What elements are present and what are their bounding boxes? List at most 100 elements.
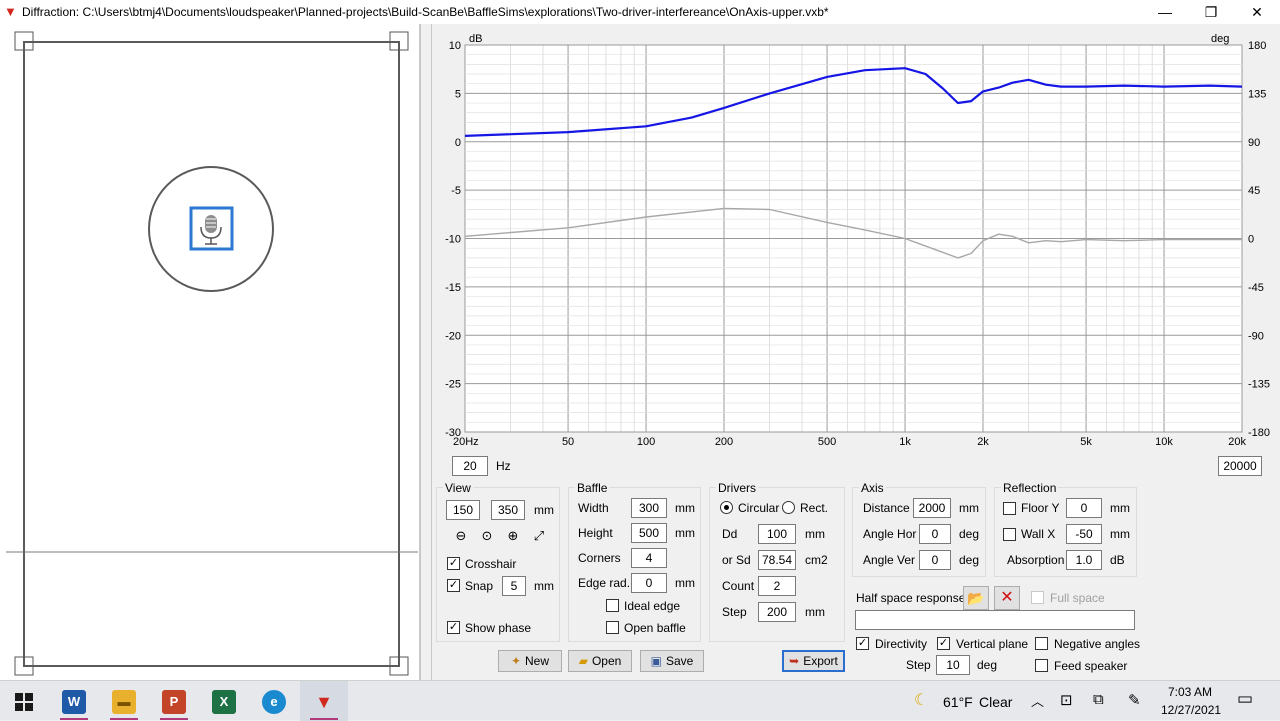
reflection-group-title: Reflection	[1001, 481, 1059, 495]
circular-label: Circular	[738, 501, 780, 515]
step-unit: mm	[805, 605, 825, 619]
distance-label: Distance	[863, 501, 910, 515]
phase-tick-label: 135	[1248, 88, 1266, 100]
close-button[interactable]: ✕	[1234, 0, 1280, 24]
wall-unit: mm	[1110, 527, 1130, 541]
distance-input[interactable]: 2000	[913, 498, 951, 518]
baffle-edge-input[interactable]: 0	[631, 573, 667, 593]
weather-text[interactable]: Clear	[979, 694, 1012, 710]
clock-time[interactable]: 7:03 AM	[1168, 685, 1212, 699]
circular-radio[interactable]	[720, 501, 733, 514]
vertical-plane-label: Vertical plane	[956, 637, 1029, 651]
maximize-button[interactable]: ❐	[1188, 0, 1234, 24]
delete-icon[interactable]: ✕	[994, 586, 1020, 610]
half-space-file-input[interactable]	[855, 610, 1135, 630]
baffle-corners-input[interactable]: 4	[631, 548, 667, 568]
step-label: Step	[722, 605, 747, 619]
baffle-height-input[interactable]: 500	[631, 523, 667, 543]
hs-step-input[interactable]: 10	[936, 655, 970, 675]
wall-label: Wall X	[1021, 527, 1056, 541]
phase-tick-label: -135	[1248, 379, 1270, 391]
zoom-out-icon[interactable]: ⊖	[451, 526, 471, 546]
snap-unit-label: mm	[534, 579, 554, 593]
open-baffle-checkbox[interactable]	[606, 621, 619, 634]
left-unit-label: dB	[469, 33, 482, 45]
directivity-label: Directivity	[875, 637, 928, 651]
pen-icon[interactable]: ✎	[1128, 691, 1141, 709]
angle-hor-input[interactable]: 0	[919, 524, 951, 544]
open-button-label: Open	[591, 654, 622, 668]
taskbar-excel[interactable]: X	[200, 681, 248, 721]
fullscreen-icon[interactable]: ⤢	[529, 526, 549, 546]
minimize-button[interactable]: —	[1142, 0, 1188, 24]
edge-icon: e	[262, 689, 286, 714]
taskbar-explorer[interactable]: ▬	[100, 681, 148, 721]
phase-tick-label: 45	[1248, 185, 1260, 197]
zoom-in-icon[interactable]: ⊕	[503, 526, 523, 546]
baffle-canvas[interactable]	[0, 24, 420, 680]
taskbar-diffraction[interactable]: ▼	[300, 681, 348, 721]
taskbar-word[interactable]: W	[50, 681, 98, 721]
wall-checkbox[interactable]	[1003, 528, 1016, 541]
show-phase-checkbox[interactable]: ✓	[447, 621, 460, 634]
export-button[interactable]: ➥ Export	[782, 650, 845, 672]
negative-angles-checkbox[interactable]	[1035, 637, 1048, 650]
absorption-input[interactable]: 1.0	[1066, 550, 1102, 570]
pane-splitter[interactable]	[420, 24, 432, 680]
full-space-checkbox[interactable]	[1031, 591, 1044, 604]
weather-temp[interactable]: 61°F	[943, 694, 973, 710]
clock-date[interactable]: 12/27/2021	[1161, 703, 1221, 717]
rect-radio[interactable]	[782, 501, 795, 514]
notification-icon[interactable]: ▭	[1237, 689, 1253, 709]
sd-input[interactable]: 78.54	[758, 550, 796, 570]
angle-ver-input[interactable]: 0	[919, 550, 951, 570]
excel-icon: X	[212, 689, 236, 714]
zoom-fit-icon[interactable]: ⊙	[477, 526, 497, 546]
x-tick-label: 500	[818, 436, 836, 448]
y-tick-label: 5	[455, 88, 461, 100]
floor-input[interactable]: 0	[1066, 498, 1102, 518]
vertical-plane-checkbox[interactable]: ✓	[937, 637, 950, 650]
x-tick-label: 50	[562, 436, 574, 448]
taskbar-powerpoint[interactable]: P	[150, 681, 198, 721]
y-tick-label: -25	[445, 379, 461, 391]
baffle-width-input[interactable]: 300	[631, 498, 667, 518]
baffle-view[interactable]	[0, 24, 420, 680]
ideal-edge-checkbox[interactable]	[606, 599, 619, 612]
folder-icon: ▰	[578, 654, 588, 668]
hs-step-label: Step	[906, 658, 931, 672]
feed-speaker-checkbox[interactable]	[1035, 659, 1048, 672]
start-button[interactable]	[0, 681, 48, 721]
dd-label: Dd	[722, 527, 738, 541]
floor-checkbox[interactable]	[1003, 502, 1016, 515]
y-tick-label: -15	[445, 282, 461, 294]
wand-icon: ✦	[510, 654, 522, 668]
negative-angles-label: Negative angles	[1054, 637, 1141, 651]
snap-checkbox[interactable]: ✓	[447, 579, 460, 592]
x-tick-label: 200	[715, 436, 733, 448]
network-icon[interactable]: ⊡	[1060, 691, 1073, 709]
dd-input[interactable]: 100	[758, 524, 796, 544]
step-input[interactable]: 200	[758, 602, 796, 622]
snap-input[interactable]: 5	[502, 576, 526, 596]
view-height-input[interactable]: 350	[491, 500, 525, 520]
directivity-checkbox[interactable]: ✓	[856, 637, 869, 650]
sd-label: or Sd	[722, 553, 751, 567]
count-input[interactable]: 2	[758, 576, 796, 596]
open-button[interactable]: ▰ Open	[568, 650, 632, 672]
absorption-label: Absorption	[1007, 553, 1065, 567]
rect-label: Rect.	[800, 501, 829, 515]
view-width-input[interactable]: 150	[446, 500, 480, 520]
taskbar-edge[interactable]: e	[250, 681, 298, 721]
new-button[interactable]: ✦ New	[498, 650, 562, 672]
chevron-up-icon[interactable]: ︿	[1031, 691, 1044, 710]
export-button-label: Export	[803, 654, 838, 668]
wall-input[interactable]: -50	[1066, 524, 1102, 544]
open-folder-icon[interactable]: 📂	[963, 586, 989, 610]
display-icon[interactable]: ⧉	[1093, 691, 1104, 708]
phase-tick-label: -45	[1248, 282, 1264, 294]
save-button[interactable]: ▣ Save	[640, 650, 704, 672]
ideal-edge-label: Ideal edge	[624, 599, 681, 613]
crosshair-checkbox[interactable]: ✓	[447, 557, 460, 570]
absorption-unit: dB	[1110, 553, 1125, 567]
